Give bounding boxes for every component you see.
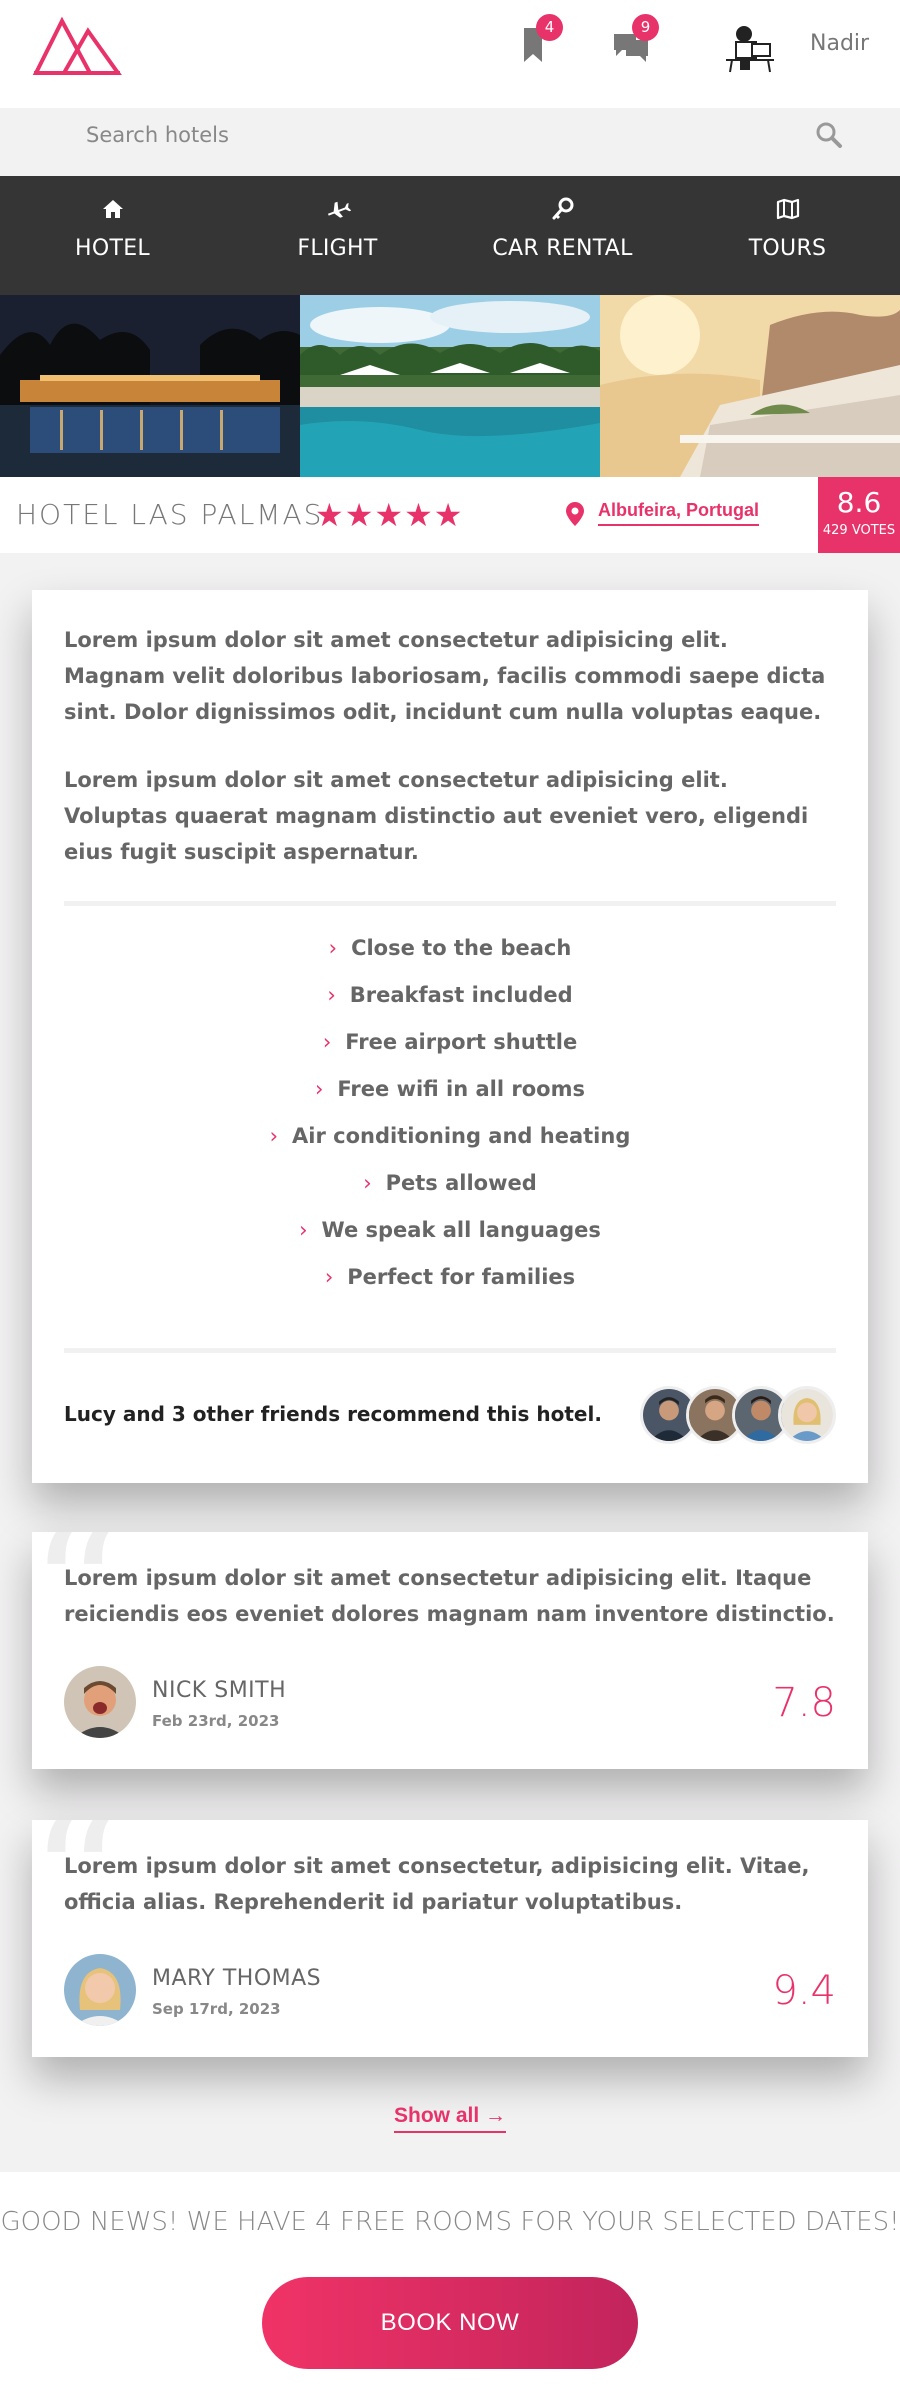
bookmark-count-badge: 4: [536, 14, 563, 41]
chevron-right-icon: ›: [299, 1218, 308, 1242]
messages-count-badge: 9: [632, 14, 659, 41]
nav-item-hotel[interactable]: HOTEL: [0, 176, 225, 295]
review-text: Lorem ipsum dolor sit amet consectetur a…: [64, 1566, 835, 1626]
bookmark-button[interactable]: 4: [520, 14, 563, 68]
photo-gallery: [0, 295, 900, 477]
feature-list: › Close to the beach › Breakfast included …: [32, 936, 868, 1312]
chevron-right-icon: ›: [322, 1030, 332, 1054]
feature-item: › Breakfast included: [327, 983, 573, 1007]
review-card: “ Lorem ipsum dolor sit amet consectetur…: [32, 1532, 868, 1769]
plane-icon: [325, 196, 351, 222]
user-name[interactable]: Nadir: [810, 31, 869, 56]
friends-recommend-text: Lucy and 3 other friends recommend this …: [64, 1402, 602, 1426]
reviewer-name: NICK SMITH: [152, 1678, 287, 1703]
feature-item: › We speak all languages: [299, 1218, 601, 1242]
nav-item-car-rental[interactable]: CAR RENTAL: [450, 176, 675, 295]
home-icon: [100, 196, 126, 222]
search-input[interactable]: [86, 118, 786, 152]
hotel-name: HOTEL LAS PALMAS: [16, 498, 324, 531]
friend-avatars[interactable]: [640, 1386, 840, 1446]
divider: [64, 901, 836, 906]
review-date: Feb 23rd, 2023: [152, 1712, 280, 1730]
review-date: Sep 17rd, 2023: [152, 2000, 281, 2018]
availability-message: GOOD NEWS! WE HAVE 4 FREE ROOMS FOR YOUR…: [0, 2207, 900, 2237]
hotel-score: 8.6: [836, 486, 882, 519]
reviewer-avatar[interactable]: [64, 1666, 136, 1738]
hotel-details-card: Lorem ipsum dolor sit amet consectetur a…: [32, 590, 868, 1483]
review-card: “ Lorem ipsum dolor sit amet consectetur…: [32, 1820, 868, 2057]
feature-item: › Perfect for families: [324, 1265, 576, 1289]
nav-item-flight[interactable]: FLIGHT: [225, 176, 450, 295]
messages-button[interactable]: 9: [612, 14, 659, 68]
description-paragraph-2: Lorem ipsum dolor sit amet consectetur a…: [64, 768, 809, 864]
chevron-right-icon: ›: [328, 936, 338, 960]
review-score: 9.4: [772, 1968, 836, 2014]
show-all-link[interactable]: Show all →: [393, 2104, 506, 2133]
gallery-photo-night-pool[interactable]: [0, 295, 300, 477]
divider: [64, 1348, 836, 1353]
key-icon: [550, 196, 576, 222]
nav-label-tours: TOURS: [748, 236, 827, 261]
description-paragraph-1: Lorem ipsum dolor sit amet consectetur a…: [64, 628, 826, 724]
friend-avatar[interactable]: [778, 1386, 836, 1444]
top-header: 4 9 Nadir: [0, 0, 900, 108]
nav-item-tours[interactable]: TOURS: [675, 176, 900, 295]
main-nav: HOTEL FLIGHT CAR RENTAL TOURS: [0, 176, 900, 295]
location-pin-icon: [566, 502, 584, 526]
chevron-right-icon: ›: [269, 1124, 279, 1148]
reviewer-name: MARY THOMAS: [152, 1966, 322, 1991]
nav-label-hotel: HOTEL: [75, 236, 150, 261]
reviewer-avatar[interactable]: [64, 1954, 136, 2026]
gallery-photo-coast[interactable]: [600, 295, 900, 477]
nav-label-flight: FLIGHT: [297, 236, 378, 261]
feature-item: › Air conditioning and heating: [269, 1124, 631, 1148]
show-all-container: Show all →: [0, 2104, 900, 2133]
chevron-right-icon: ›: [324, 1265, 334, 1289]
user-avatar[interactable]: [722, 22, 778, 74]
booking-footer: GOOD NEWS! WE HAVE 4 FREE ROOMS FOR YOUR…: [0, 2172, 900, 2398]
feature-item: › Free airport shuttle: [322, 1030, 578, 1054]
hotel-title-bar: HOTEL LAS PALMAS ★★★★★ Albufeira, Portug…: [0, 477, 900, 553]
gallery-photo-day-pool[interactable]: [300, 295, 600, 477]
review-score: 7.8: [772, 1680, 836, 1726]
nav-label-car-rental: CAR RENTAL: [492, 236, 633, 261]
book-now-button[interactable]: BOOK NOW: [262, 2277, 638, 2369]
logo[interactable]: [32, 15, 122, 77]
feature-item: › Free wifi in all rooms: [315, 1077, 585, 1101]
location-link[interactable]: Albufeira, Portugal: [598, 500, 760, 526]
map-icon: [775, 196, 801, 222]
chevron-right-icon: ›: [363, 1171, 372, 1195]
chevron-right-icon: ›: [315, 1077, 324, 1101]
search-bar: [0, 108, 900, 162]
feature-item: › Close to the beach: [328, 936, 572, 960]
feature-item: › Pets allowed: [363, 1171, 537, 1195]
review-text: Lorem ipsum dolor sit amet consectetur, …: [64, 1854, 810, 1914]
star-rating: ★★★★★: [315, 496, 464, 534]
search-icon[interactable]: [815, 121, 843, 149]
hotel-score-box: 8.6 429 VOTES: [818, 477, 900, 553]
chevron-right-icon: ›: [327, 983, 336, 1007]
hotel-votes: 429 VOTES: [822, 523, 896, 538]
